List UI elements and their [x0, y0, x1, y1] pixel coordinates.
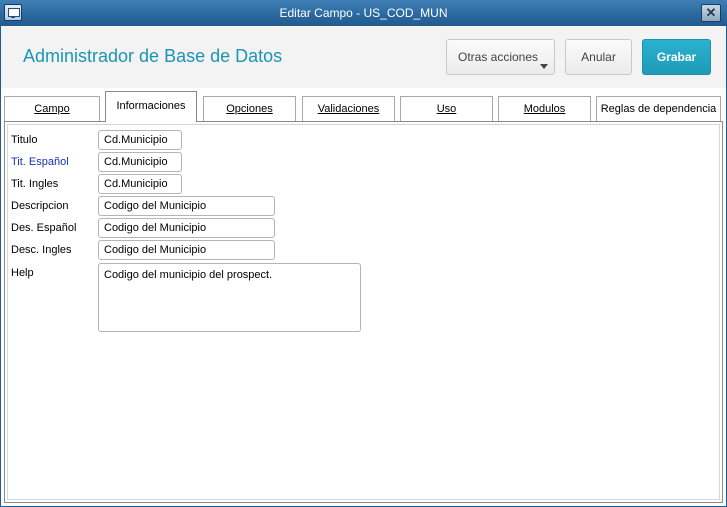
app-title: Administrador de Base de Datos — [23, 46, 283, 66]
header-bar: Administrador de Base de Datos Otras acc… — [1, 26, 726, 88]
save-button[interactable]: Grabar — [642, 39, 711, 75]
dialog-client: Administrador de Base de Datos Otras acc… — [1, 26, 726, 506]
help-label: Help — [11, 267, 34, 279]
tab-opciones[interactable]: Opciones — [203, 96, 296, 121]
titulo-label: Titulo — [11, 134, 38, 146]
more-actions-label: Otras acciones — [458, 50, 539, 64]
tab-label: Opciones — [226, 103, 273, 115]
des-espanol-label: Des. Español — [11, 222, 77, 234]
tab-uso[interactable]: Uso — [400, 96, 493, 121]
close-icon[interactable]: ✕ — [701, 4, 721, 22]
desc-ingles-field[interactable]: Codigo del Municipio — [98, 240, 275, 260]
descripcion-label: Descripcion — [11, 200, 69, 212]
desc-ingles-label: Desc. Ingles — [11, 244, 72, 256]
tab-validaciones[interactable]: Validaciones — [302, 96, 395, 121]
tab-label: Campo — [34, 103, 70, 115]
tab-reglas-de-dependencia[interactable]: Reglas de dependencia — [596, 96, 721, 121]
cancel-button[interactable]: Anular — [565, 39, 632, 75]
tab-label: Validaciones — [317, 103, 380, 115]
tab-label: Uso — [436, 103, 457, 115]
tit-espanol-field[interactable]: Cd.Municipio — [98, 152, 182, 172]
tit-espanol-label: Tit. Español — [11, 156, 69, 168]
tab-label: Reglas de dependencia — [600, 103, 717, 115]
help-textarea[interactable]: Codigo del municipio del prospect. — [98, 263, 361, 332]
chevron-down-icon — [540, 64, 548, 69]
tit-ingles-field[interactable]: Cd.Municipio — [98, 174, 182, 194]
tab-modulos[interactable]: Modulos — [498, 96, 591, 121]
tab-campo[interactable]: Campo — [4, 96, 100, 121]
titulo-field[interactable]: Cd.Municipio — [98, 130, 182, 150]
descripcion-field[interactable]: Codigo del Municipio — [98, 196, 275, 216]
title-bar[interactable]: Editar Campo - US_COD_MUN ✕ — [0, 0, 727, 26]
tit-ingles-label: Tit. Ingles — [11, 178, 59, 190]
tab-label: Modulos — [523, 103, 566, 115]
tab-informaciones[interactable]: Informaciones — [105, 91, 197, 122]
more-actions-button[interactable]: Otras acciones — [446, 39, 555, 75]
tab-label: Informaciones — [116, 100, 186, 112]
window-title: Editar Campo - US_COD_MUN — [279, 6, 448, 20]
dialog-window: Editar Campo - US_COD_MUN ✕ Administrado… — [0, 0, 727, 507]
des-espanol-field[interactable]: Codigo del Municipio — [98, 218, 275, 238]
